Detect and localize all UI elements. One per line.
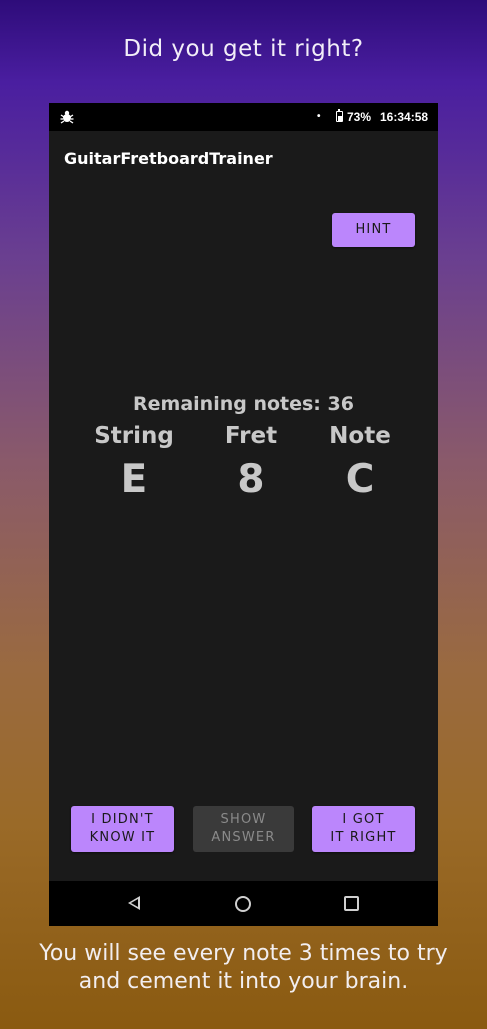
fret-value: 8: [237, 457, 265, 502]
string-value: E: [120, 457, 148, 502]
promo-title: Did you get it right?: [123, 36, 364, 62]
note-value: C: [345, 457, 375, 502]
note-header: Note: [329, 423, 391, 449]
fret-header: Fret: [224, 423, 278, 449]
remaining-notes-label: Remaining notes: 36: [133, 393, 354, 415]
got-it-right-button[interactable]: I GOT IT RIGHT: [312, 806, 415, 852]
debug-bug-icon: [59, 110, 75, 124]
didnt-know-button[interactable]: I DIDN'T KNOW IT: [71, 806, 174, 852]
notification-dot: •: [317, 111, 321, 122]
phone-screen: • 73% 16:34:58 GuitarFretboardTrainer HI…: [49, 103, 438, 926]
back-icon[interactable]: [128, 896, 140, 910]
navigation-bar: [49, 881, 438, 926]
string-header: String: [94, 423, 174, 449]
home-icon[interactable]: [235, 896, 251, 912]
app-bar: GuitarFretboardTrainer: [49, 131, 438, 187]
battery-icon: [336, 109, 343, 122]
battery-percentage: 73%: [347, 110, 372, 124]
show-answer-button[interactable]: SHOW ANSWER: [193, 806, 294, 852]
app-title: GuitarFretboardTrainer: [64, 149, 273, 168]
status-bar: • 73% 16:34:58: [49, 103, 438, 131]
hint-button[interactable]: HINT: [332, 213, 415, 247]
promo-caption: You will see every note 3 times to try a…: [39, 941, 448, 994]
recents-icon[interactable]: [344, 896, 359, 911]
status-clock: 16:34:58: [380, 110, 429, 124]
